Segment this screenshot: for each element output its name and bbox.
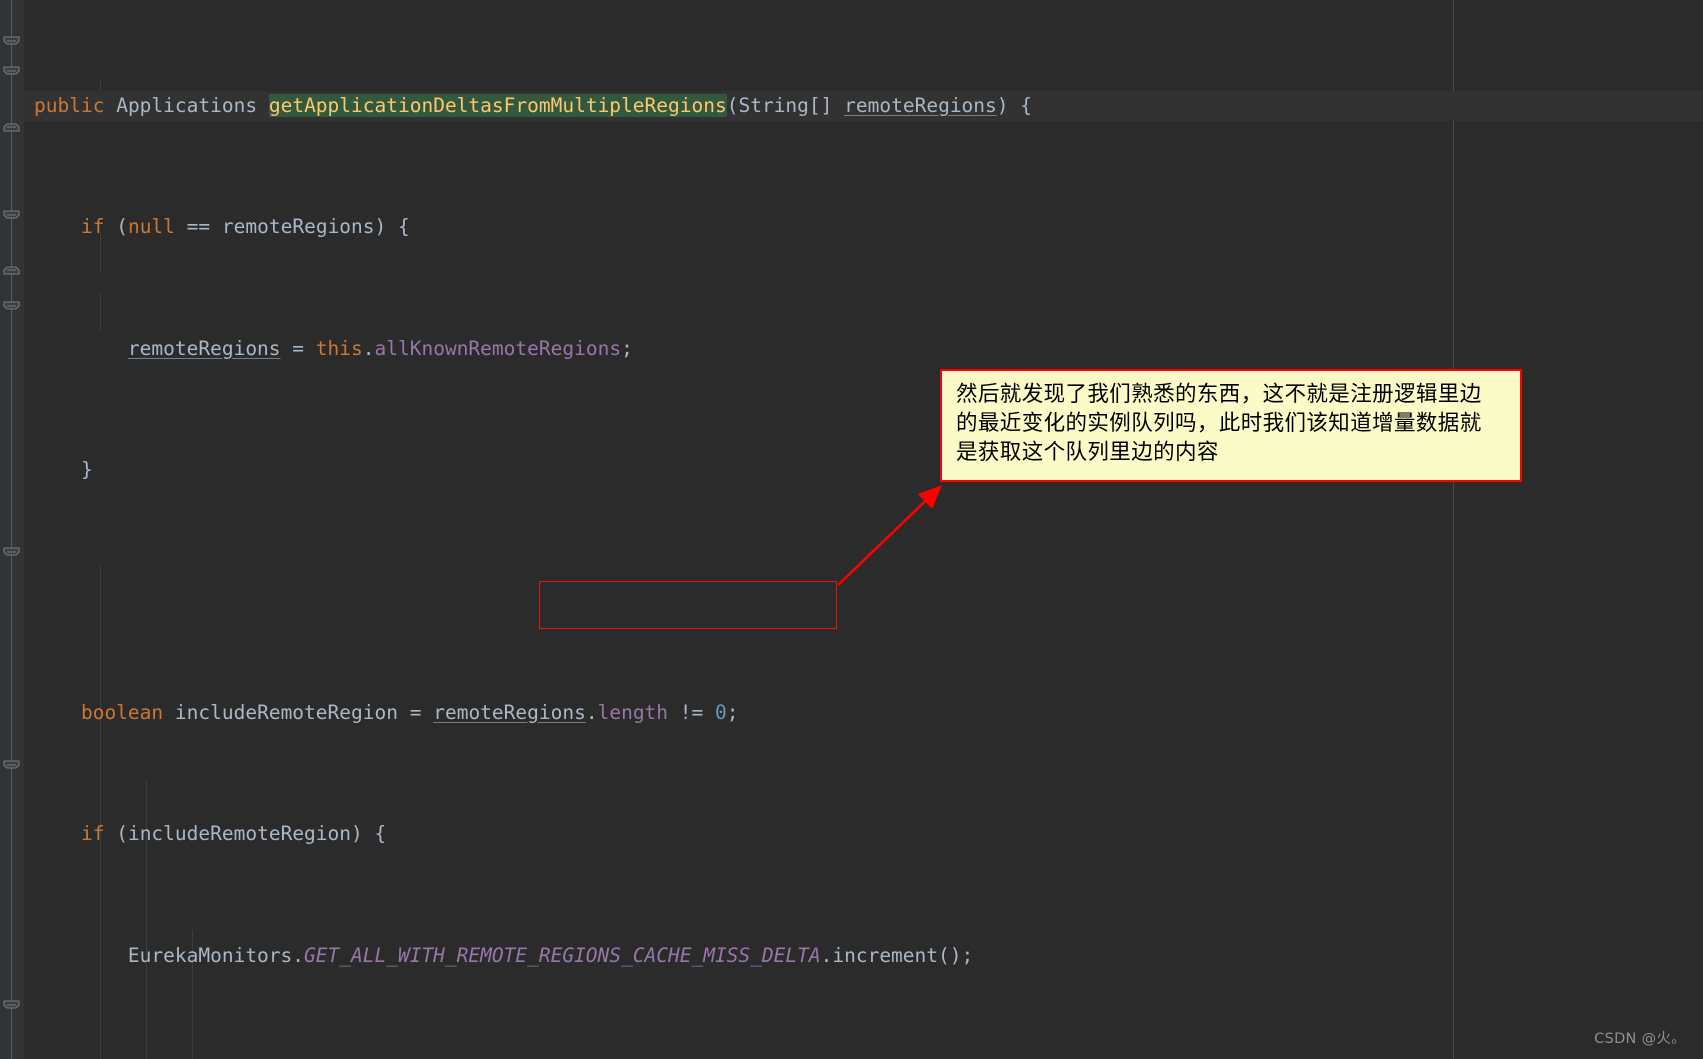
code-line: EurekaMonitors.GET_ALL_WITH_REMOTE_REGIO…: [127, 943, 974, 967]
fold-marker-2[interactable]: [2, 66, 21, 78]
editor-gutter[interactable]: [0, 0, 24, 1059]
fold-marker-4[interactable]: [2, 210, 21, 222]
code-line: remoteRegions = this.allKnownRemoteRegio…: [127, 336, 633, 360]
code-content: public Applications getApplicationDeltas…: [24, 0, 1703, 1059]
fold-marker-3[interactable]: [2, 120, 21, 132]
code-line: public Applications getApplicationDeltas…: [24, 91, 1703, 122]
selected-method-name: getApplicationDeltasFromMultipleRegions: [268, 94, 727, 118]
fold-marker-8[interactable]: [2, 760, 21, 772]
fold-marker-6[interactable]: [2, 301, 21, 313]
code-editor-window: public Applications getApplicationDeltas…: [0, 0, 1703, 1059]
fold-marker-5[interactable]: [2, 263, 21, 275]
code-line: if (null == remoteRegions) {: [80, 215, 410, 239]
fold-marker-1[interactable]: [2, 36, 21, 48]
fold-marker-7[interactable]: [2, 547, 21, 559]
fold-marker-9[interactable]: [2, 1000, 21, 1012]
annotation-callout: 然后就发现了我们熟悉的东西，这不就是注册逻辑里边 的最近变化的实例队列吗，此时我…: [940, 369, 1522, 482]
code-line: if (includeRemoteRegion) {: [80, 822, 387, 846]
editor-text-area[interactable]: public Applications getApplicationDeltas…: [24, 0, 1703, 1059]
gutter-rail: [11, 0, 12, 1059]
code-highlight-box: [539, 581, 837, 629]
watermark-label: CSDN @火。: [1594, 1031, 1686, 1047]
code-line: boolean includeRemoteRegion = remoteRegi…: [80, 700, 739, 724]
